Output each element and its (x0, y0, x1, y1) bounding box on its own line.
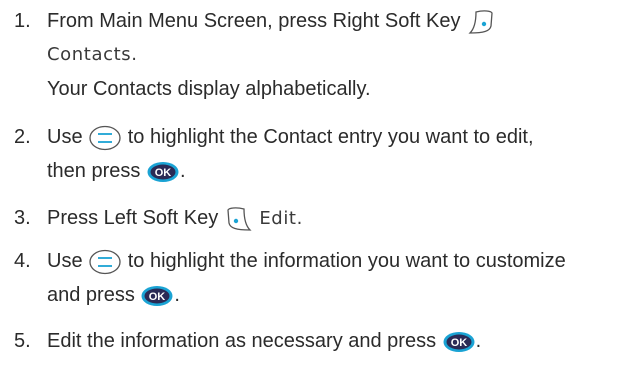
ok-key-icon: OK (146, 161, 180, 183)
step-text: Use (47, 126, 83, 148)
ok-key-label: OK (149, 291, 166, 303)
step-text: to highlight the Contact entry you want … (127, 126, 534, 148)
step-text: . (174, 284, 180, 306)
screen-text-edit: Edit. (259, 208, 303, 229)
ok-key-label: OK (450, 337, 467, 349)
right-soft-key-icon (466, 9, 496, 35)
step-text: . (475, 330, 482, 352)
step-text: and press (47, 284, 135, 306)
step-line: From Main Menu Screen, press Right Soft … (47, 4, 624, 38)
navigation-key-icon (88, 125, 122, 151)
step-body: Use to highlight the Contact entry you w… (47, 120, 624, 188)
step-number: 5. (14, 330, 31, 352)
instruction-page: 1. From Main Menu Screen, press Right So… (0, 0, 632, 365)
ok-key-icon: OK (140, 285, 174, 307)
step-body: Press Left Soft Key Edit. (47, 201, 624, 236)
step-number: 3. (14, 207, 31, 229)
ok-key-icon: OK (442, 331, 476, 353)
step-line: Press Left Soft Key Edit. (47, 201, 624, 236)
step-text: . (179, 160, 186, 182)
left-soft-key-icon (224, 206, 254, 232)
step-text: Press Left Soft Key (47, 207, 219, 229)
step-text: Your Contacts display alphabetically. (47, 78, 371, 100)
navigation-key-icon (88, 249, 122, 275)
step-number: 2. (14, 126, 31, 148)
step-line: Use to highlight the Contact entry you w… (47, 120, 624, 154)
step-text: to highlight the information you want to… (127, 250, 566, 272)
step-number: 4. (14, 250, 31, 272)
step-text: then press (47, 160, 141, 182)
step-text: Use (47, 250, 83, 272)
step-text: Edit the information as necessary and pr… (47, 330, 437, 352)
step-line: Use to highlight the information you wan… (47, 244, 624, 278)
step-text: From Main Menu Screen, press Right Soft … (47, 10, 461, 32)
step-body: From Main Menu Screen, press Right Soft … (47, 4, 624, 106)
step-line: and press OK . (47, 278, 624, 312)
step-body: Use to highlight the information you wan… (47, 244, 624, 312)
step-line: then press OK . (47, 154, 624, 188)
screen-text-contacts: Contacts. (47, 44, 138, 65)
step-line: Edit the information as necessary and pr… (47, 324, 624, 358)
step-body: Edit the information as necessary and pr… (47, 324, 624, 358)
ok-key-label: OK (155, 167, 172, 179)
step-number: 1. (14, 10, 31, 32)
